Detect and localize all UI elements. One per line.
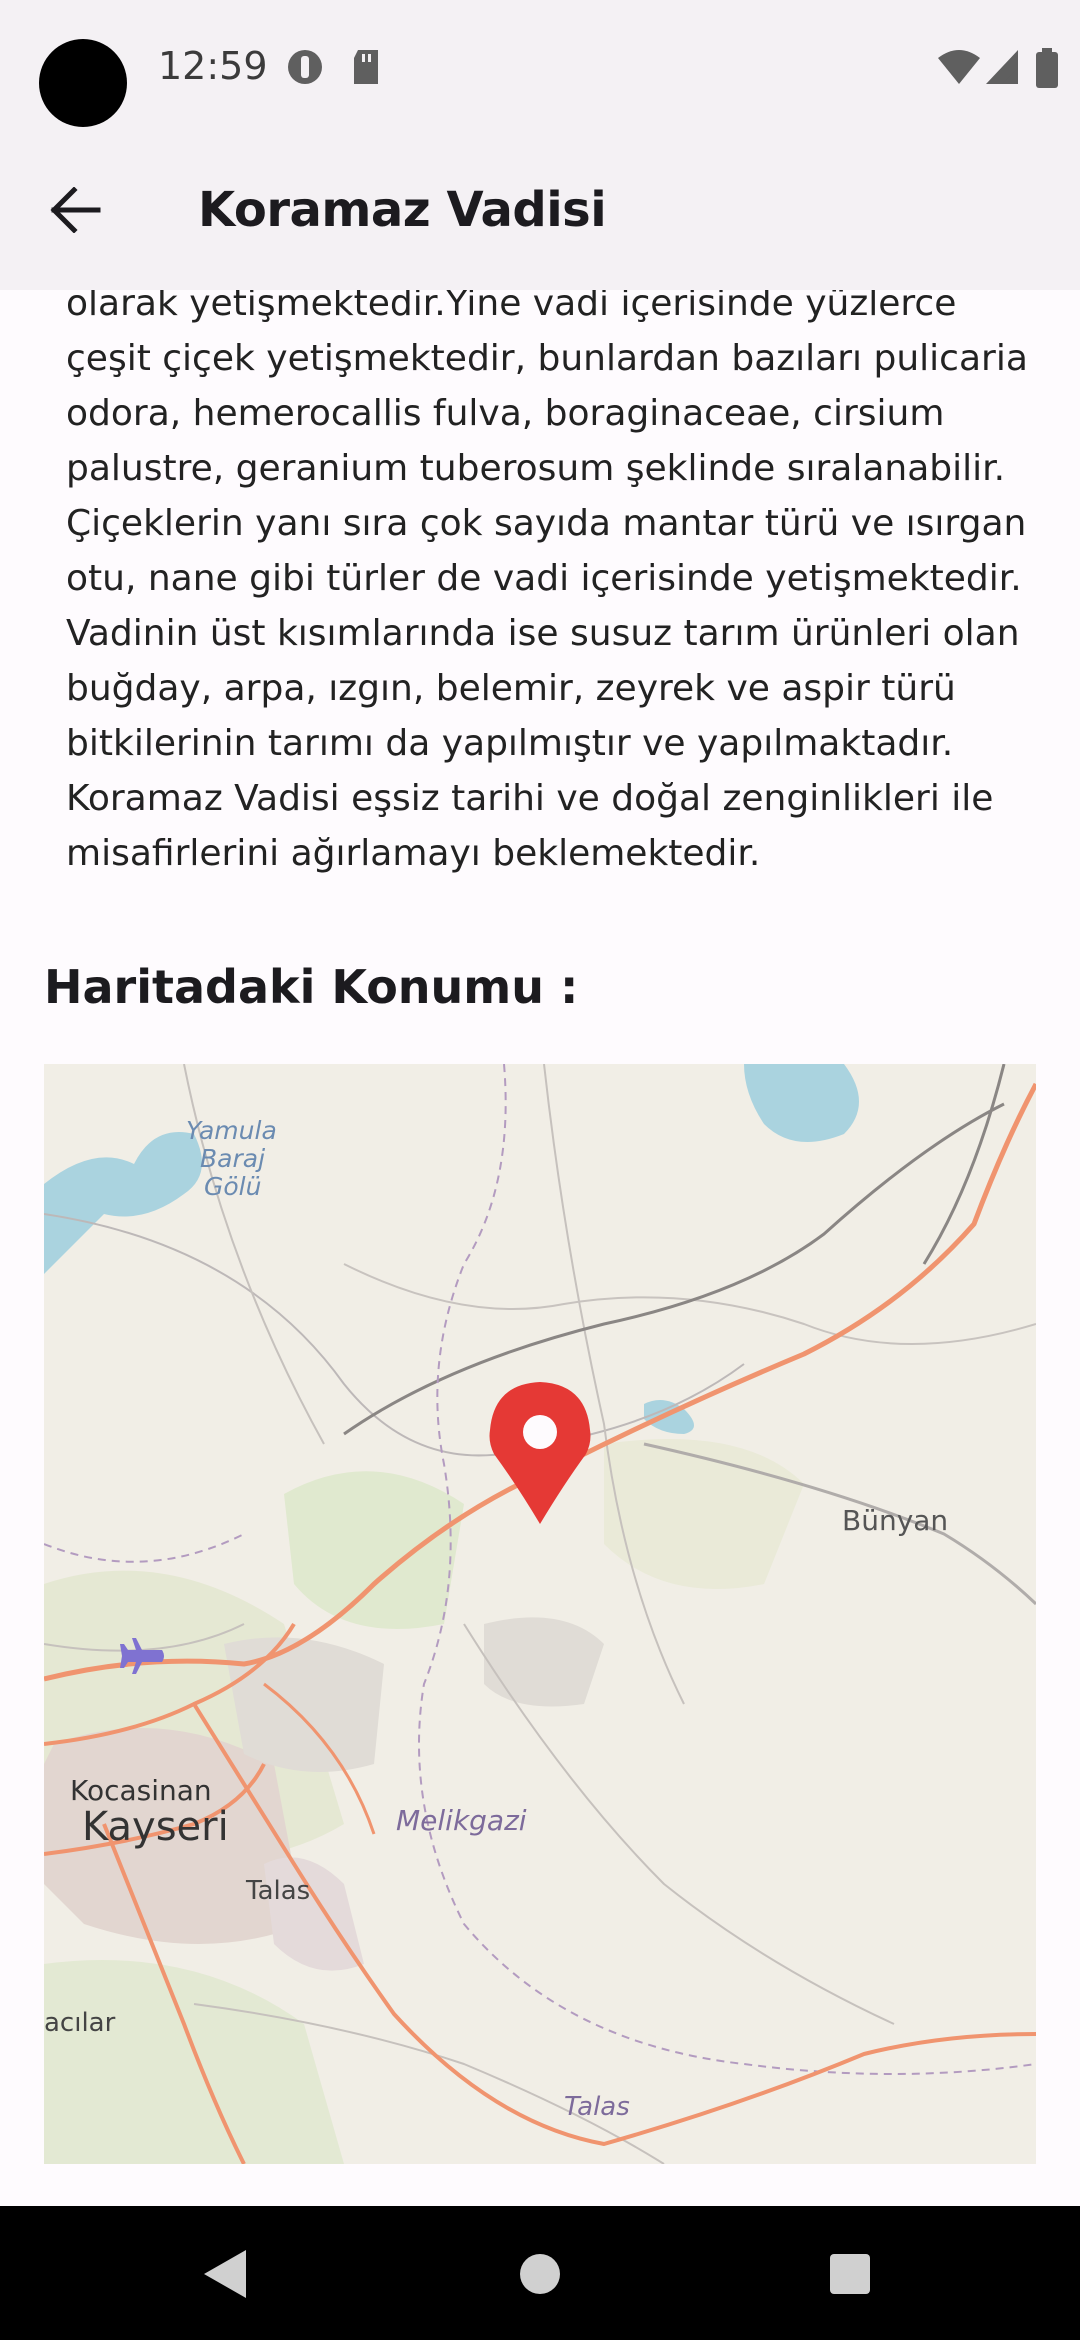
map-tiles	[44, 1064, 1036, 2164]
arrow-back-icon	[50, 187, 101, 233]
description-text: olarak yetişmektedir.Yine vadi içerisind…	[66, 290, 1028, 874]
map-label-melikgazi: Melikgazi	[396, 1804, 527, 1837]
location-pin-icon[interactable]	[488, 1380, 592, 1526]
map-label-kayseri: Kayseri	[82, 1804, 229, 1850]
status-time: 12:59	[158, 44, 268, 88]
navigation-bar	[0, 2206, 1080, 2340]
cell-signal-icon	[986, 50, 1018, 84]
nav-recents-icon[interactable]	[818, 2242, 882, 2306]
page-title: Koramaz Vadisi	[198, 182, 607, 238]
back-button[interactable]	[36, 170, 116, 250]
map-section-title: Haritadaki Konumu :	[44, 960, 579, 1014]
app-bar: Koramaz Vadisi	[0, 140, 1080, 290]
map-label-talas-town: Talas	[246, 1876, 311, 1906]
map-label-baraj: Baraj	[200, 1144, 266, 1173]
map-label-yamula: Yamula	[186, 1116, 277, 1145]
sd-card-icon	[354, 50, 378, 84]
wifi-icon	[938, 50, 980, 84]
map-label-talas-district: Talas	[564, 2092, 630, 2122]
nav-home-icon[interactable]	[508, 2242, 572, 2306]
data-saver-icon	[288, 50, 322, 84]
map-label-bunyan: Bünyan	[842, 1504, 949, 1537]
camera-cutout	[39, 39, 127, 127]
status-bar: 12:59	[0, 0, 1080, 140]
battery-icon	[1036, 48, 1058, 88]
map-label-golu: Gölü	[204, 1172, 262, 1201]
map-label-hacilar: acılar	[44, 2008, 116, 2038]
location-map[interactable]: Yamula Baraj Gölü Bünyan Kocasinan Kayse…	[44, 1064, 1036, 2164]
map-label-kocasinan: Kocasinan	[70, 1774, 212, 1807]
nav-back-icon[interactable]	[194, 2242, 258, 2306]
content-scroll[interactable]: olarak yetişmektedir.Yine vadi içerisind…	[0, 290, 1080, 2206]
